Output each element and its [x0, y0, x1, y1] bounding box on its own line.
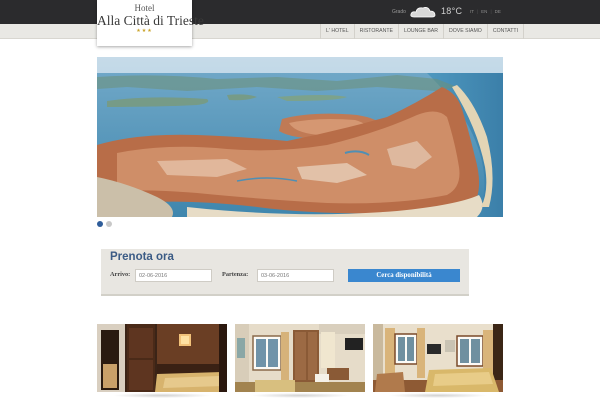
nav-item-hotel[interactable]: L' HOTEL — [320, 24, 354, 39]
nav-item-dove-siamo[interactable]: DOVE SIAMO — [442, 24, 487, 39]
slider-pagination — [97, 221, 112, 227]
top-bar — [0, 0, 600, 24]
booking-form: Prenota ora Arrivo: Partenza: Cerca disp… — [101, 249, 469, 296]
nav-item-lounge-bar[interactable]: LOUNGE BAR — [397, 24, 443, 39]
arrival-label: Arrivo: — [110, 271, 131, 278]
check-availability-button[interactable]: Cerca disponibilità — [348, 269, 460, 282]
slider-dot-2[interactable] — [106, 221, 112, 227]
main-menu: L' HOTEL RISTORANTE LOUNGE BAR DOVE SIAM… — [320, 24, 525, 39]
room-thumbnail[interactable] — [373, 324, 503, 392]
booking-title: Prenota ora — [110, 251, 174, 263]
lang-en[interactable]: EN — [481, 9, 487, 14]
nav-item-ristorante[interactable]: RISTORANTE — [353, 24, 398, 39]
lang-de[interactable]: DE — [495, 9, 501, 14]
weather-temperature: 18°C — [441, 6, 463, 16]
thumbnail-shadow — [250, 393, 350, 398]
logo-hotel-name: Alla Città di Trieste — [97, 13, 204, 28]
language-switcher: IT | EN | DE — [470, 9, 501, 14]
lang-separator: | — [490, 9, 492, 14]
logo-stars: ★★★ — [136, 28, 153, 34]
nav-item-contatti[interactable]: CONTATTI — [486, 24, 525, 39]
thumbnail-shadow — [388, 393, 488, 398]
departure-date-input[interactable] — [257, 269, 334, 282]
departure-label: Partenza: — [222, 271, 249, 278]
thumbnail-shadow — [112, 393, 212, 398]
weather-city: Grado — [392, 9, 406, 15]
hotel-logo[interactable]: Hotel Alla Città di Trieste ★★★ — [97, 0, 204, 46]
room-thumbnail[interactable] — [97, 324, 227, 392]
slider-dot-1[interactable] — [97, 221, 103, 227]
hero-slider-image[interactable] — [97, 57, 503, 217]
logo-hotel-word: Hotel — [134, 3, 155, 13]
room-thumbnail[interactable] — [235, 324, 365, 392]
cloud-icon — [410, 5, 436, 24]
lang-it[interactable]: IT — [470, 9, 474, 14]
arrival-date-input[interactable] — [135, 269, 212, 282]
lang-separator: | — [477, 9, 479, 14]
